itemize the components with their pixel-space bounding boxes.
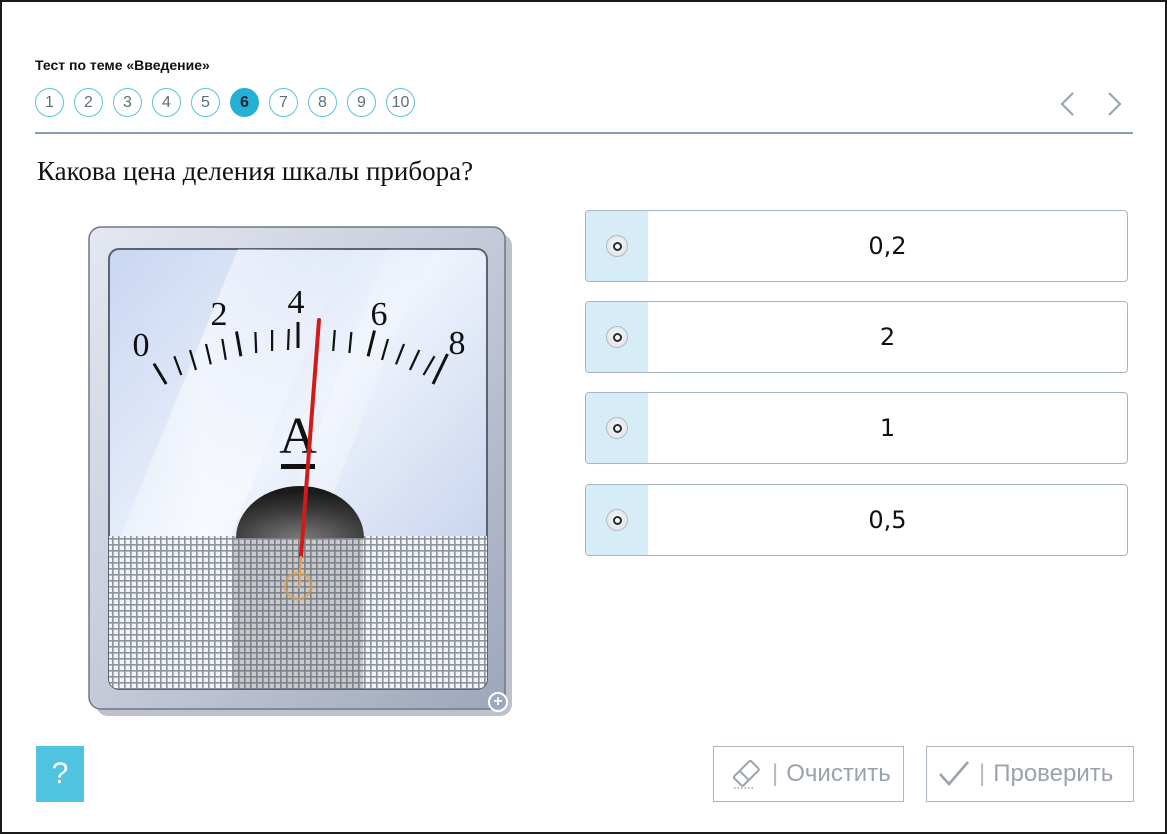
- ammeter-image: 0 2 4 6 8 A: [88, 226, 512, 716]
- clear-label: Очистить: [786, 760, 891, 787]
- scale-label-2: 2: [211, 296, 228, 333]
- check-button[interactable]: | Проверить: [926, 746, 1134, 802]
- header-divider: [35, 132, 1133, 134]
- scale-label-6: 6: [371, 296, 388, 333]
- question-text: Какова цена деления шкалы прибора?: [37, 156, 474, 186]
- page-button-9[interactable]: 9: [347, 88, 376, 117]
- page-button-8[interactable]: 8: [308, 88, 337, 117]
- answer-option-2[interactable]: 2: [585, 301, 1128, 373]
- page-button-1[interactable]: 1: [35, 88, 64, 117]
- radio-column: [586, 485, 648, 555]
- radio-column: [586, 393, 648, 463]
- answer-label: 1: [879, 414, 896, 442]
- scale-label-4: 4: [288, 284, 305, 321]
- scale-label-8: 8: [449, 325, 466, 362]
- answer-label: 0,2: [868, 232, 907, 260]
- radio-button[interactable]: [606, 235, 628, 257]
- page-button-10[interactable]: 10: [386, 88, 415, 117]
- radio-column: [586, 211, 648, 281]
- question-pagination: 1 2 3 4 5 6 7 8 9 10: [35, 88, 415, 117]
- answer-label: 2: [879, 323, 896, 351]
- answer-option-1[interactable]: 0,2: [585, 210, 1128, 282]
- test-window: Тест по теме «Введение» 1 2 3 4 5 6 7 8 …: [0, 0, 1167, 834]
- chevron-left-icon[interactable]: [1056, 90, 1080, 118]
- page-button-7[interactable]: 7: [269, 88, 298, 117]
- page-button-6-active[interactable]: 6: [230, 88, 259, 117]
- chevron-right-icon[interactable]: [1102, 90, 1126, 118]
- radio-button[interactable]: [606, 509, 628, 531]
- eraser-icon: [728, 757, 764, 791]
- answer-option-4[interactable]: 0,5: [585, 484, 1128, 556]
- page-button-2[interactable]: 2: [74, 88, 103, 117]
- clear-button[interactable]: | Очистить: [713, 746, 904, 802]
- test-title: Тест по теме «Введение»: [35, 57, 210, 73]
- separator: |: [979, 760, 986, 787]
- radio-button[interactable]: [606, 417, 628, 439]
- checkmark-icon: [937, 759, 971, 789]
- zoom-plus-icon[interactable]: +: [488, 692, 508, 712]
- page-button-3[interactable]: 3: [113, 88, 142, 117]
- answer-option-3[interactable]: 1: [585, 392, 1128, 464]
- scale-label-0: 0: [133, 327, 150, 364]
- check-label: Проверить: [993, 760, 1114, 787]
- page-button-5[interactable]: 5: [191, 88, 220, 117]
- radio-column: [586, 302, 648, 372]
- separator: |: [772, 760, 779, 787]
- page-button-4[interactable]: 4: [152, 88, 181, 117]
- help-button[interactable]: ?: [36, 746, 84, 802]
- answer-label: 0,5: [868, 506, 907, 534]
- radio-button[interactable]: [606, 326, 628, 348]
